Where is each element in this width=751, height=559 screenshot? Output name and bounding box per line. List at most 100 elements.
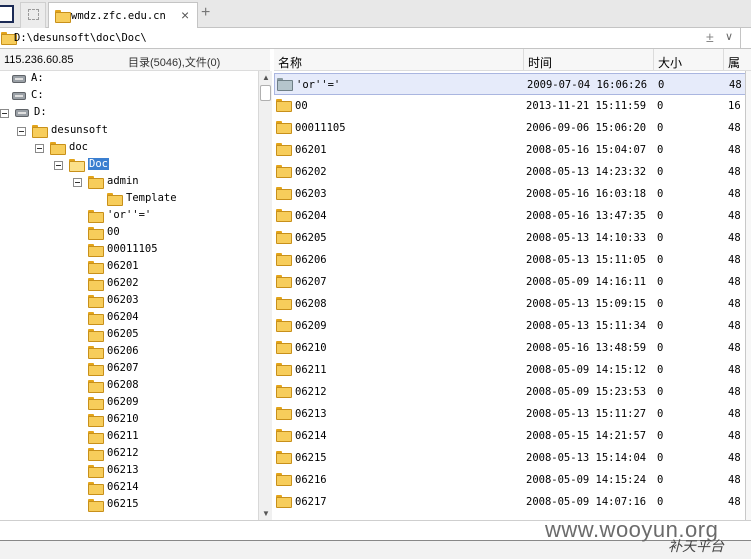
file-name-text: 06214	[295, 430, 327, 442]
table-row[interactable]: 06204 2008-05-16 13:47:35 0 48	[274, 205, 751, 227]
tree-drive-d[interactable]: D:	[0, 106, 47, 125]
tab-new-blank[interactable]	[20, 2, 46, 28]
scroll-down-icon[interactable]: ▼	[262, 509, 270, 518]
table-row[interactable]: 'or''=' 2009-07-04 16:06:26 0 48	[274, 73, 751, 95]
table-row[interactable]: 06203 2008-05-16 16:03:18 0 48	[274, 183, 751, 205]
file-attr: 48	[728, 430, 741, 442]
folder-icon	[276, 385, 292, 398]
file-name: 00011105	[276, 121, 346, 134]
table-row[interactable]: 06209 2008-05-13 15:11:34 0 48	[274, 315, 751, 337]
tree-folder[interactable]: 06212	[88, 447, 139, 465]
collapse-icon[interactable]	[35, 144, 44, 153]
tree-scrollbar[interactable]: ▲ ▼	[258, 71, 272, 521]
plus-minus-icon[interactable]: ±	[706, 29, 714, 45]
file-name-text: 06202	[295, 166, 327, 178]
file-name-text: 'or''='	[296, 79, 341, 91]
address-input[interactable]: D:\desunsoft\doc\Doc\	[14, 32, 147, 44]
tree-folder[interactable]: 00	[88, 226, 120, 244]
tree-folder[interactable]: 06201	[88, 260, 139, 278]
table-row[interactable]: 06202 2008-05-13 14:23:32 0 48	[274, 161, 751, 183]
tree-Doc[interactable]: Doc	[54, 158, 109, 176]
tree-folder[interactable]: 06205	[88, 328, 139, 346]
column-time[interactable]: 时间	[524, 49, 654, 71]
file-name: 00	[276, 99, 308, 112]
file-size: 0	[657, 364, 664, 376]
folder-icon	[276, 451, 292, 464]
chevron-down-icon[interactable]: ∨	[725, 30, 733, 43]
file-attr: 48	[728, 320, 741, 332]
tree-folder[interactable]: 06207	[88, 362, 139, 380]
table-row[interactable]: 06201 2008-05-16 15:04:07 0 48	[274, 139, 751, 161]
folder-icon	[32, 125, 48, 138]
tree-template[interactable]: Template	[107, 192, 177, 210]
table-row[interactable]: 06207 2008-05-09 14:16:11 0 48	[274, 271, 751, 293]
table-row[interactable]: 06216 2008-05-09 14:15:24 0 48	[274, 469, 751, 491]
folder-icon	[276, 165, 292, 178]
file-size: 0	[657, 452, 664, 464]
file-time: 2006-09-06 15:06:20	[526, 122, 647, 134]
watermark-sub: 补天平台	[668, 539, 724, 555]
table-row[interactable]: 06215 2008-05-13 15:14:04 0 48	[274, 447, 751, 469]
file-size: 0	[657, 298, 664, 310]
file-time: 2008-05-09 14:15:12	[526, 364, 647, 376]
tree-folder[interactable]: 06203	[88, 294, 139, 312]
file-size: 0	[657, 232, 664, 244]
tree-folder[interactable]: 06211	[88, 430, 139, 448]
tree-folder[interactable]: 06208	[88, 379, 139, 397]
close-icon[interactable]: ×	[181, 7, 189, 23]
file-time: 2008-05-16 15:04:07	[526, 144, 647, 156]
collapse-icon[interactable]	[0, 109, 9, 118]
collapse-icon[interactable]	[17, 127, 26, 136]
table-row[interactable]: 06210 2008-05-16 13:48:59 0 48	[274, 337, 751, 359]
table-row[interactable]: 00 2013-11-21 15:11:59 0 16	[274, 95, 751, 117]
scroll-thumb[interactable]	[260, 85, 271, 101]
tree-folder[interactable]: 06206	[88, 345, 139, 363]
table-row[interactable]: 06212 2008-05-09 15:23:53 0 48	[274, 381, 751, 403]
table-row[interactable]: 06217 2008-05-09 14:07:16 0 48	[274, 491, 751, 513]
tree-folder[interactable]: 06209	[88, 396, 139, 414]
file-name-text: 06203	[295, 188, 327, 200]
collapse-icon[interactable]	[54, 161, 63, 170]
file-name-text: 06210	[295, 342, 327, 354]
tree-folder[interactable]: 06213	[88, 464, 139, 482]
table-row[interactable]: 06211 2008-05-09 14:15:12 0 48	[274, 359, 751, 381]
tree-folder[interactable]: 00011105	[88, 243, 158, 261]
tree-folder[interactable]: 'or''='	[88, 209, 151, 227]
file-size: 0	[657, 408, 664, 420]
file-name: 06201	[276, 143, 327, 156]
tree-folder[interactable]: 06202	[88, 277, 139, 295]
table-row[interactable]: 00011105 2006-09-06 15:06:20 0 48	[274, 117, 751, 139]
add-tab-button[interactable]: +	[201, 4, 210, 22]
column-name[interactable]: 名称	[274, 49, 524, 71]
file-name-text: 06206	[295, 254, 327, 266]
list-scrollbar[interactable]	[745, 71, 751, 521]
folder-icon	[1, 32, 17, 45]
file-name: 06216	[276, 473, 327, 486]
folder-icon	[276, 253, 292, 266]
tree-doc[interactable]: doc	[35, 141, 88, 159]
file-time: 2008-05-09 14:16:11	[526, 276, 647, 288]
file-attr: 48	[728, 210, 741, 222]
tree-folder[interactable]: 06215	[88, 498, 139, 516]
tree-admin[interactable]: admin	[73, 175, 139, 193]
file-time: 2009-07-04 16:06:26	[527, 79, 648, 91]
table-row[interactable]: 06205 2008-05-13 14:10:33 0 48	[274, 227, 751, 249]
tab-site[interactable]: wmdz.zfc.edu.cn ×	[48, 2, 198, 29]
collapse-icon[interactable]	[73, 178, 82, 187]
file-name: 06208	[276, 297, 327, 310]
tree-folder-label: 06202	[107, 277, 139, 289]
folder-icon	[88, 414, 104, 427]
column-attr[interactable]: 属性	[724, 49, 751, 87]
folder-icon	[276, 363, 292, 376]
scroll-up-icon[interactable]: ▲	[262, 73, 270, 82]
tree-folder[interactable]: 06204	[88, 311, 139, 329]
table-row[interactable]: 06208 2008-05-13 15:09:15 0 48	[274, 293, 751, 315]
tree-folder[interactable]: 06214	[88, 481, 139, 499]
table-row[interactable]: 06206 2008-05-13 15:11:05 0 48	[274, 249, 751, 271]
file-name-text: 06201	[295, 144, 327, 156]
table-row[interactable]: 06213 2008-05-13 15:11:27 0 48	[274, 403, 751, 425]
tree-folder[interactable]: 06210	[88, 413, 139, 431]
tree-desunsoft[interactable]: desunsoft	[17, 124, 108, 142]
column-size[interactable]: 大小	[654, 49, 724, 71]
table-row[interactable]: 06214 2008-05-15 14:21:57 0 48	[274, 425, 751, 447]
